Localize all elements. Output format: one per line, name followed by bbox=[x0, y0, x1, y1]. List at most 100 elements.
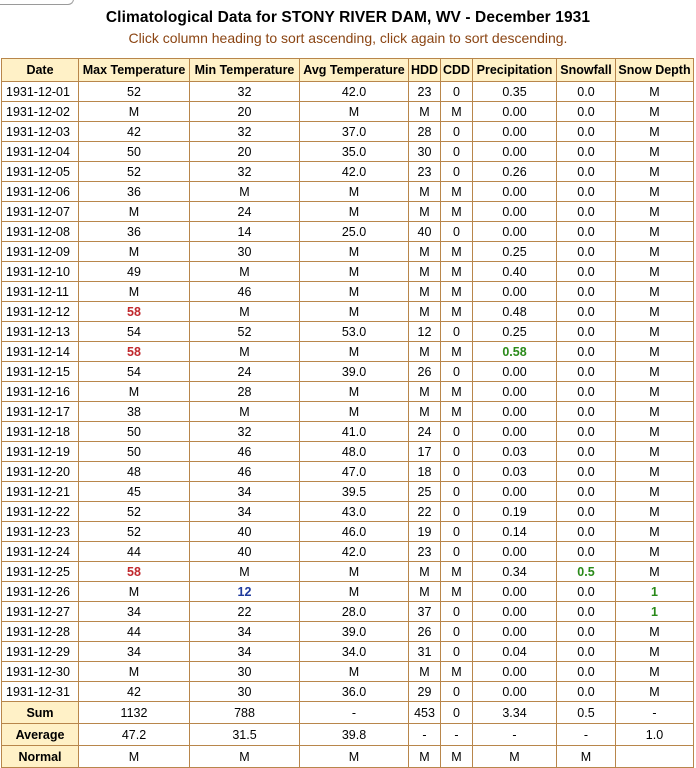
table-row: 1931-12-29 34 34 34.0 31 0 0.04 0.0 M bbox=[1, 641, 694, 662]
cell-hdd: M bbox=[408, 661, 441, 682]
cell-hdd: 28 bbox=[408, 121, 441, 142]
cell-hdd: 17 bbox=[408, 441, 441, 462]
cell-max-temperature: 54 bbox=[78, 321, 190, 342]
cell-snowfall: 0.0 bbox=[556, 181, 616, 202]
column-header-min-temperature[interactable]: Min Temperature bbox=[189, 58, 300, 82]
cell-min-temperature: 30 bbox=[189, 661, 300, 682]
cell-precipitation: 0.00 bbox=[472, 121, 557, 142]
cell-min-temperature: 34 bbox=[189, 501, 300, 522]
table-row: 1931-12-22 52 34 43.0 22 0 0.19 0.0 M bbox=[1, 501, 694, 522]
cell-hdd: 37 bbox=[408, 601, 441, 622]
summary-cell-hdd: - bbox=[408, 723, 441, 746]
cell-precipitation: 0.00 bbox=[472, 401, 557, 422]
cell-avg-temperature: 36.0 bbox=[299, 681, 409, 702]
summary-cell-precipitation: M bbox=[472, 745, 557, 768]
cell-min-temperature: M bbox=[189, 341, 300, 362]
summary-cell-cdd: - bbox=[440, 723, 473, 746]
cell-precipitation: 0.48 bbox=[472, 301, 557, 322]
cell-snowfall: 0.0 bbox=[556, 601, 616, 622]
cell-avg-temperature: 28.0 bbox=[299, 601, 409, 622]
cell-cdd: 0 bbox=[440, 81, 473, 102]
cell-date: 1931-12-03 bbox=[1, 121, 79, 142]
cell-snow-depth: M bbox=[615, 501, 694, 522]
cell-max-temperature: 36 bbox=[78, 181, 190, 202]
cell-snowfall: 0.0 bbox=[556, 321, 616, 342]
sort-instructions: Click column heading to sort ascending, … bbox=[128, 30, 568, 46]
cell-hdd: 30 bbox=[408, 141, 441, 162]
summary-cell-precipitation: 3.34 bbox=[472, 701, 557, 724]
summary-cell-snow-depth: - bbox=[615, 701, 694, 724]
cell-avg-temperature: M bbox=[299, 261, 409, 282]
cell-hdd: M bbox=[408, 261, 441, 282]
cell-cdd: 0 bbox=[440, 221, 473, 242]
cell-precipitation: 0.00 bbox=[472, 621, 557, 642]
cell-precipitation: 0.00 bbox=[472, 381, 557, 402]
cell-snowfall: 0.0 bbox=[556, 501, 616, 522]
column-header-snowfall[interactable]: Snowfall bbox=[556, 58, 616, 82]
cell-max-temperature: 52 bbox=[78, 161, 190, 182]
cell-date: 1931-12-01 bbox=[1, 81, 79, 102]
cell-max-temperature: 52 bbox=[78, 81, 190, 102]
cell-snowfall: 0.0 bbox=[556, 441, 616, 462]
summary-cell-min-temperature: 31.5 bbox=[189, 723, 300, 746]
cell-avg-temperature: M bbox=[299, 341, 409, 362]
cell-snowfall: 0.0 bbox=[556, 481, 616, 502]
cell-snowfall: 0.0 bbox=[556, 241, 616, 262]
column-header-snow-depth[interactable]: Snow Depth bbox=[615, 58, 694, 82]
summary-cell-max-temperature: 47.2 bbox=[78, 723, 190, 746]
cell-cdd: 0 bbox=[440, 121, 473, 142]
table-row: 1931-12-12 58 M M M M 0.48 0.0 M bbox=[1, 301, 694, 322]
summary-cell-snow-depth bbox=[615, 745, 694, 768]
cell-avg-temperature: 48.0 bbox=[299, 441, 409, 462]
cell-date: 1931-12-22 bbox=[1, 501, 79, 522]
cell-avg-temperature: M bbox=[299, 181, 409, 202]
cell-max-temperature: 52 bbox=[78, 501, 190, 522]
cell-snow-depth: M bbox=[615, 261, 694, 282]
cell-max-temperature: 36 bbox=[78, 221, 190, 242]
cell-snow-depth: M bbox=[615, 321, 694, 342]
cell-hdd: M bbox=[408, 381, 441, 402]
cell-avg-temperature: M bbox=[299, 101, 409, 122]
cell-max-temperature: 44 bbox=[78, 621, 190, 642]
cell-max-temperature: 34 bbox=[78, 641, 190, 662]
summary-row-average: Average 47.2 31.5 39.8- - - -1.0 bbox=[1, 723, 694, 746]
cell-min-temperature: M bbox=[189, 401, 300, 422]
cell-cdd: M bbox=[440, 301, 473, 322]
column-header-hdd[interactable]: HDD bbox=[408, 58, 441, 82]
cell-max-temperature: M bbox=[78, 581, 190, 602]
table-row: 1931-12-25 58 M M M M 0.34 0.5 M bbox=[1, 561, 694, 582]
cell-snowfall: 0.0 bbox=[556, 541, 616, 562]
cell-snow-depth: M bbox=[615, 121, 694, 142]
summary-cell-cdd: 0 bbox=[440, 701, 473, 724]
cell-snowfall: 0.0 bbox=[556, 141, 616, 162]
cell-snowfall: 0.0 bbox=[556, 201, 616, 222]
cell-date: 1931-12-13 bbox=[1, 321, 79, 342]
cell-min-temperature: 32 bbox=[189, 421, 300, 442]
cell-precipitation: 0.03 bbox=[472, 441, 557, 462]
cell-precipitation: 0.00 bbox=[472, 681, 557, 702]
column-header-avg-temperature[interactable]: Avg Temperature bbox=[299, 58, 409, 82]
column-header-cdd[interactable]: CDD bbox=[440, 58, 473, 82]
cell-date: 1931-12-24 bbox=[1, 541, 79, 562]
cell-snowfall: 0.0 bbox=[556, 121, 616, 142]
cell-max-temperature: M bbox=[78, 101, 190, 122]
cell-cdd: 0 bbox=[440, 421, 473, 442]
cell-date: 1931-12-09 bbox=[1, 241, 79, 262]
cell-date: 1931-12-30 bbox=[1, 661, 79, 682]
cell-avg-temperature: 43.0 bbox=[299, 501, 409, 522]
column-header-max-temperature[interactable]: Max Temperature bbox=[78, 58, 190, 82]
column-header-precipitation[interactable]: Precipitation bbox=[472, 58, 557, 82]
cell-min-temperature: 32 bbox=[189, 81, 300, 102]
cell-min-temperature: M bbox=[189, 181, 300, 202]
cell-min-temperature: M bbox=[189, 261, 300, 282]
cell-cdd: 0 bbox=[440, 161, 473, 182]
summary-cell-min-temperature: 788 bbox=[189, 701, 300, 724]
cell-max-temperature: 58 bbox=[78, 341, 190, 362]
cell-hdd: 29 bbox=[408, 681, 441, 702]
cell-precipitation: 0.00 bbox=[472, 601, 557, 622]
cell-avg-temperature: 35.0 bbox=[299, 141, 409, 162]
column-header-date[interactable]: Date bbox=[1, 58, 79, 82]
summary-cell-avg-temperature: M bbox=[299, 745, 409, 768]
cell-precipitation: 0.34 bbox=[472, 561, 557, 582]
cell-avg-temperature: M bbox=[299, 301, 409, 322]
